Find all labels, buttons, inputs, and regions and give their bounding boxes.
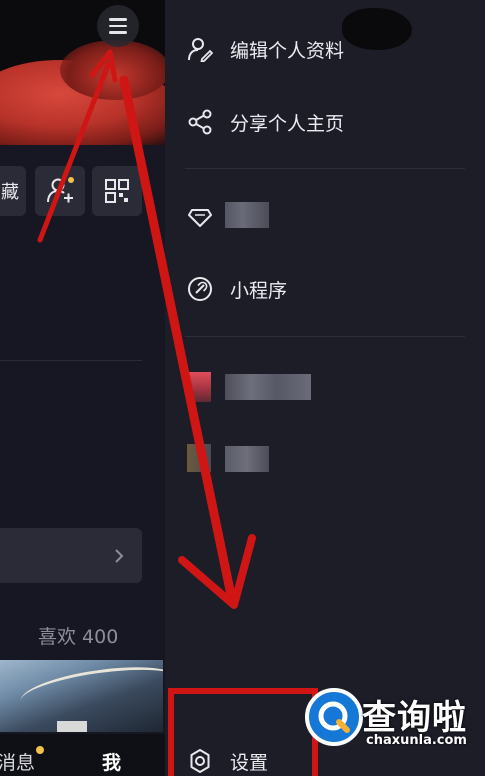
drawer-item-label: 小程序 bbox=[230, 279, 288, 302]
drawer-item-blurred-2[interactable] bbox=[165, 362, 485, 410]
profile-banner bbox=[0, 0, 165, 145]
drawer-item-edit-profile[interactable]: 编辑个人资料 bbox=[165, 25, 485, 73]
side-drawer: 编辑个人资料 分享个人主页 小程序 设置 bbox=[165, 0, 485, 776]
qr-code-icon bbox=[105, 179, 129, 203]
drawer-item-share-profile[interactable]: 分享个人主页 bbox=[165, 98, 485, 146]
divider bbox=[0, 360, 142, 361]
app-thumbnail-icon bbox=[187, 444, 211, 472]
profile-row[interactable] bbox=[0, 528, 142, 583]
drawer-item-label: 编辑个人资料 bbox=[230, 39, 345, 62]
drawer-item-label: 分享个人主页 bbox=[230, 112, 345, 135]
blurred-label bbox=[225, 374, 311, 400]
blurred-label bbox=[225, 446, 269, 472]
watermark-logo bbox=[305, 688, 363, 746]
app-thumbnail-icon bbox=[187, 372, 211, 402]
divider bbox=[185, 336, 465, 337]
video-thumbnail[interactable] bbox=[0, 660, 163, 732]
drawer-item-blurred-3[interactable] bbox=[165, 434, 485, 482]
diamond-icon bbox=[187, 203, 213, 229]
collect-button[interactable]: 藏 bbox=[0, 166, 26, 216]
hamburger-menu-button[interactable] bbox=[97, 5, 139, 47]
add-user-icon bbox=[47, 177, 74, 203]
tab-message[interactable]: 消息 bbox=[0, 748, 35, 775]
profile-page-background: 藏 喜欢 400 消息 我 bbox=[0, 0, 165, 776]
drawer-item-mini-program[interactable]: 小程序 bbox=[165, 265, 485, 313]
drawer-item-blurred-1[interactable] bbox=[165, 192, 485, 240]
notification-dot bbox=[36, 746, 44, 754]
watermark-url: chaxunla.com bbox=[366, 733, 467, 748]
tab-me[interactable]: 我 bbox=[102, 748, 121, 775]
add-friend-button[interactable] bbox=[35, 166, 85, 216]
edit-profile-icon bbox=[187, 36, 213, 62]
watermark-text: 查询啦 bbox=[362, 698, 467, 738]
share-icon bbox=[187, 109, 213, 135]
chevron-right-icon bbox=[115, 548, 124, 563]
collect-label: 藏 bbox=[1, 182, 19, 203]
qr-code-button[interactable] bbox=[92, 166, 142, 216]
link-icon bbox=[187, 276, 213, 302]
menu-icon bbox=[109, 18, 127, 21]
blurred-label bbox=[225, 202, 269, 228]
divider bbox=[185, 168, 465, 169]
highlight-box bbox=[168, 688, 318, 776]
likes-count[interactable]: 喜欢 400 bbox=[38, 622, 118, 649]
redaction-scribble bbox=[342, 8, 412, 50]
